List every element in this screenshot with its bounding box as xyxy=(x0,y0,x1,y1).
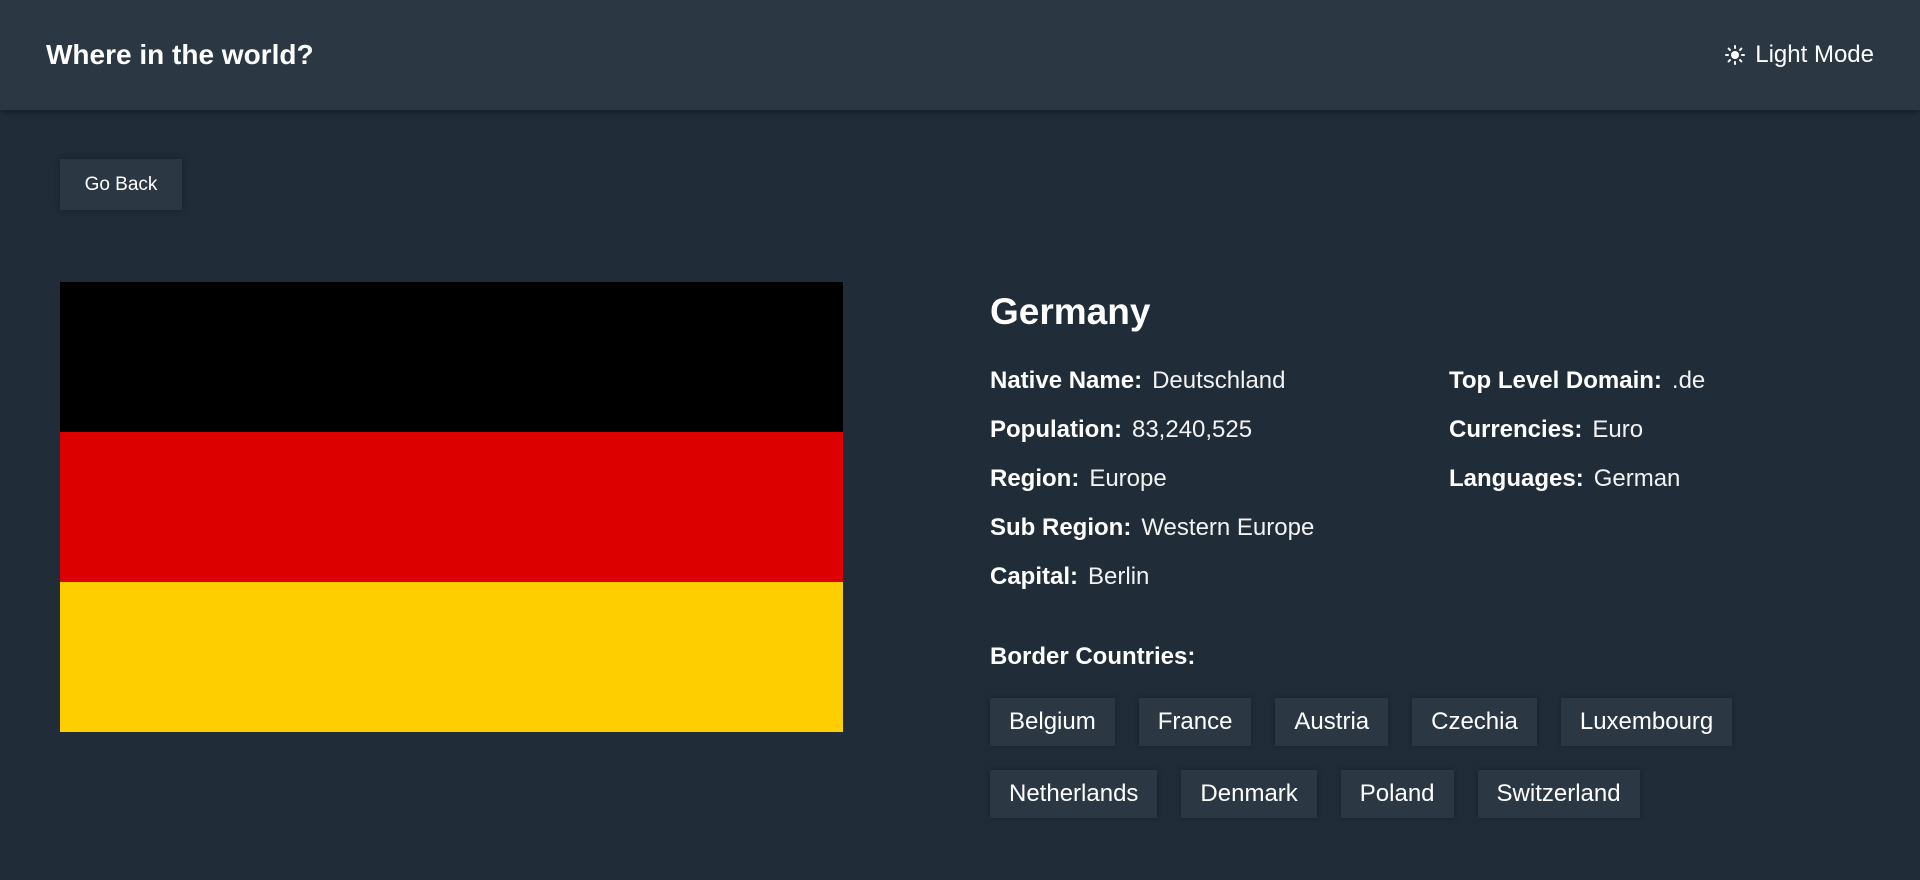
top-level-domain-label: Top Level Domain: xyxy=(1449,367,1662,394)
native-name-row: Native Name: Deutschland xyxy=(990,366,1314,415)
border-country-luxembourg[interactable]: Luxembourg xyxy=(1560,698,1733,746)
go-back-button[interactable]: Go Back xyxy=(60,159,182,210)
capital-label: Capital: xyxy=(990,563,1079,590)
currencies-value: Euro xyxy=(1592,416,1644,443)
top-header: Where in the world? Light Mode xyxy=(0,0,1920,110)
population-value: 83,240,525 xyxy=(1131,416,1253,443)
light-mode-label: Light Mode xyxy=(1755,41,1874,68)
sub-region-row: Sub Region: Western Europe xyxy=(990,513,1314,562)
capital-value: Berlin xyxy=(1088,563,1150,590)
flag-stripe-gold xyxy=(60,582,843,732)
languages-value: German xyxy=(1593,465,1681,492)
capital-row: Capital: Berlin xyxy=(990,562,1314,611)
currencies-label: Currencies: xyxy=(1449,416,1583,443)
native-name-label: Native Name: xyxy=(990,367,1143,394)
info-column-secondary: Top Level Domain: .de Currencies: Euro Lan… xyxy=(1449,366,1705,513)
population-label: Population: xyxy=(990,416,1122,443)
border-country-netherlands[interactable]: Netherlands xyxy=(990,770,1158,818)
population-row: Population: 83,240,525 xyxy=(990,415,1314,464)
border-country-belgium[interactable]: Belgium xyxy=(990,698,1115,746)
top-level-domain-row: Top Level Domain: .de xyxy=(1449,366,1705,415)
region-value: Europe xyxy=(1089,465,1167,492)
flag-stripe-black xyxy=(60,282,843,432)
border-country-czechia[interactable]: Czechia xyxy=(1412,698,1537,746)
sub-region-label: Sub Region: xyxy=(990,514,1132,541)
languages-label: Languages: xyxy=(1449,465,1584,492)
sub-region-value: Western Europe xyxy=(1141,514,1315,541)
country-flag xyxy=(60,282,843,732)
currencies-row: Currencies: Euro xyxy=(1449,415,1705,464)
sun-icon xyxy=(1725,45,1746,65)
info-column-primary: Native Name: Deutschland Population: 83,24… xyxy=(990,366,1314,611)
region-row: Region: Europe xyxy=(990,464,1314,513)
native-name-value: Deutschland xyxy=(1152,367,1286,394)
flag-stripe-red xyxy=(60,432,843,582)
country-name: Germany xyxy=(990,291,1151,332)
border-country-poland[interactable]: Poland xyxy=(1340,770,1454,818)
light-mode-toggle[interactable]: Light Mode xyxy=(1725,40,1874,70)
border-country-france[interactable]: France xyxy=(1138,698,1252,746)
border-country-denmark[interactable]: Denmark xyxy=(1181,770,1317,818)
region-label: Region: xyxy=(990,465,1080,492)
border-countries-title: Border Countries: xyxy=(990,643,1196,670)
top-level-domain-value: .de xyxy=(1671,367,1706,394)
app-title: Where in the world? xyxy=(46,39,314,70)
border-country-switzerland[interactable]: Switzerland xyxy=(1477,770,1640,818)
border-country-austria[interactable]: Austria xyxy=(1275,698,1389,746)
border-countries-list: Belgium France Austria Czechia Luxembour… xyxy=(990,698,1790,818)
languages-row: Languages: German xyxy=(1449,464,1705,513)
